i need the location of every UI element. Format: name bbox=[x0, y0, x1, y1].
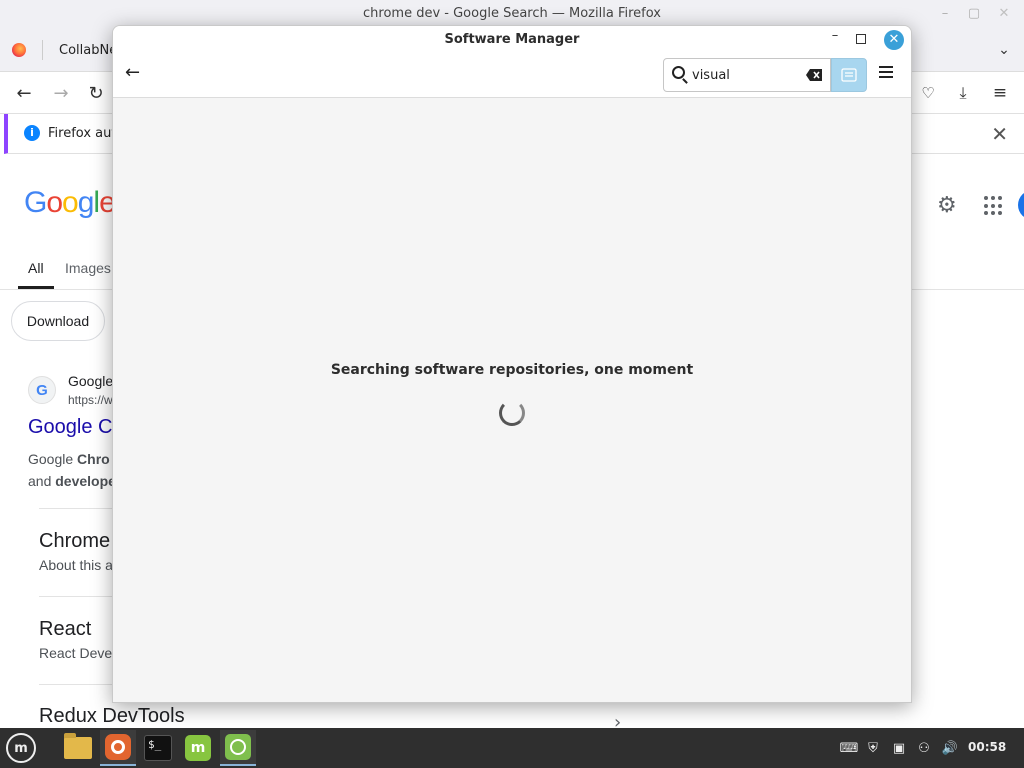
hamburger-menu-icon[interactable] bbox=[879, 66, 895, 80]
firefox-window-title: chrome dev - Google Search — Mozilla Fir… bbox=[363, 6, 661, 21]
back-arrow-icon[interactable]: ← bbox=[125, 62, 140, 83]
result-snippet: Google Chro and develope bbox=[28, 448, 116, 492]
firefox-close-button[interactable]: ✕ bbox=[994, 4, 1014, 24]
software-manager-headerbar: Software Manager – ✕ ← bbox=[113, 26, 911, 98]
search-box bbox=[663, 58, 831, 92]
firefox-logo-icon bbox=[12, 43, 26, 57]
mint-menu-button[interactable]: m bbox=[6, 733, 36, 763]
settings-gear-icon[interactable]: ⚙ bbox=[937, 193, 957, 218]
tab-separator bbox=[42, 40, 43, 60]
maximize-button[interactable] bbox=[856, 34, 866, 44]
filter-toggle-button[interactable] bbox=[831, 58, 867, 92]
logo-letter: o bbox=[62, 186, 79, 219]
firefox-maximize-button[interactable]: ▢ bbox=[964, 4, 984, 24]
search-input[interactable] bbox=[692, 65, 802, 85]
forward-arrow-icon[interactable]: → bbox=[49, 81, 73, 105]
taskbar: m $_ m ⌨ ⛨ ▣ ⚇ 🔊 00:58 bbox=[0, 728, 1024, 768]
software-manager-task[interactable] bbox=[220, 730, 256, 766]
hamburger-menu-icon[interactable]: ≡ bbox=[988, 81, 1012, 105]
keyboard-indicator-icon[interactable]: ⌨ bbox=[840, 738, 859, 758]
network-icon[interactable]: ⚇ bbox=[914, 738, 934, 758]
clear-search-icon[interactable] bbox=[806, 69, 822, 81]
search-icon bbox=[672, 66, 685, 79]
mint-icon: m bbox=[185, 735, 211, 761]
close-button[interactable]: ✕ bbox=[884, 30, 904, 50]
firefox-minimize-button[interactable]: – bbox=[935, 4, 955, 24]
google-apps-grid-icon[interactable] bbox=[984, 196, 1004, 216]
pocket-icon[interactable]: ♡ bbox=[916, 81, 940, 105]
software-manager-window: Software Manager – ✕ ← Searching softwar… bbox=[112, 25, 912, 703]
tab-all[interactable]: All bbox=[28, 260, 44, 276]
logo-letter: G bbox=[24, 186, 47, 219]
result-site-name: Google bbox=[68, 373, 114, 389]
result-title-link[interactable]: Google C bbox=[28, 416, 113, 439]
files-launcher[interactable] bbox=[60, 730, 96, 766]
software-manager-icon bbox=[225, 734, 251, 760]
info-icon: i bbox=[24, 125, 40, 141]
snippet-bold: Chro bbox=[77, 451, 110, 467]
firefox-icon bbox=[105, 734, 131, 760]
google-favicon-icon: G bbox=[28, 376, 56, 404]
folder-icon bbox=[64, 733, 92, 759]
notification-close-icon[interactable]: ✕ bbox=[991, 122, 1008, 146]
download-chip[interactable]: Download bbox=[11, 301, 105, 341]
google-logo[interactable]: Google bbox=[24, 186, 116, 220]
back-arrow-icon[interactable]: ← bbox=[12, 81, 36, 105]
mintinstall-launcher[interactable]: m bbox=[180, 730, 216, 766]
subresult-title[interactable]: Chrome bbox=[39, 530, 110, 553]
terminal-icon: $_ bbox=[144, 735, 172, 761]
account-avatar[interactable] bbox=[1018, 190, 1024, 220]
subresult-desc: React Deve bbox=[39, 645, 113, 661]
firefox-titlebar: chrome dev - Google Search — Mozilla Fir… bbox=[0, 0, 1024, 28]
clipboard-icon[interactable]: ▣ bbox=[890, 738, 908, 758]
download-icon[interactable]: ⤓ bbox=[951, 81, 975, 105]
firefox-launcher[interactable] bbox=[100, 730, 136, 766]
clock[interactable]: 00:58 bbox=[968, 740, 1006, 754]
loading-status-text: Searching software repositories, one mom… bbox=[330, 362, 694, 378]
loading-spinner-icon bbox=[499, 400, 525, 426]
minimize-button[interactable]: – bbox=[827, 28, 843, 50]
tab-images[interactable]: Images bbox=[65, 260, 111, 276]
terminal-launcher[interactable]: $_ bbox=[140, 730, 176, 766]
list-filter-icon bbox=[841, 68, 857, 82]
subresult-desc: About this a bbox=[39, 557, 113, 573]
logo-letter: o bbox=[46, 186, 63, 219]
tab-list-chevron-icon[interactable]: ⌄ bbox=[992, 38, 1016, 62]
snippet-text: Google bbox=[28, 451, 78, 467]
snippet-text: and bbox=[28, 473, 56, 489]
window-title: Software Manager bbox=[444, 32, 580, 47]
subresult-title[interactable]: React bbox=[39, 618, 91, 641]
result-url: https://w bbox=[68, 393, 113, 407]
subresult-title[interactable]: Redux DevTools bbox=[39, 705, 185, 728]
snippet-bold: develope bbox=[55, 473, 116, 489]
logo-letter: g bbox=[77, 186, 95, 219]
shield-update-icon[interactable]: ⛨ bbox=[864, 738, 882, 758]
reload-icon[interactable]: ↻ bbox=[84, 81, 108, 105]
volume-icon[interactable]: 🔊 bbox=[940, 738, 960, 758]
